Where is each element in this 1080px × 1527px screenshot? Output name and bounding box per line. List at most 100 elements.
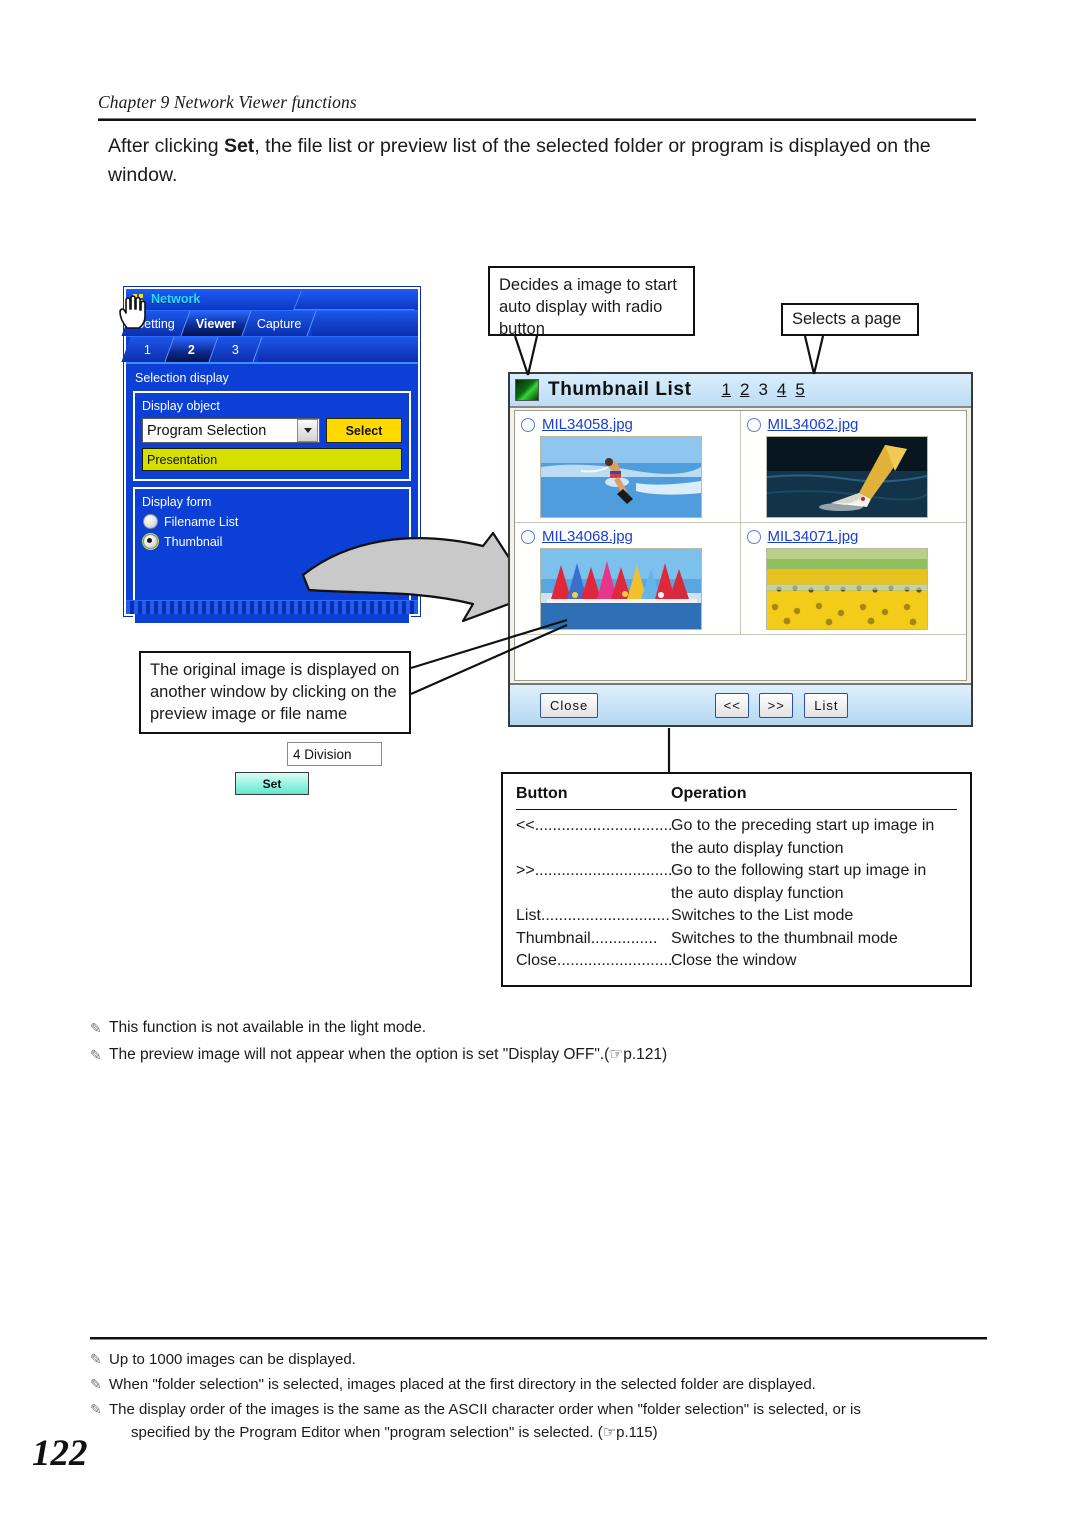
app-logo-icon [515, 379, 539, 401]
intro-paragraph: After clicking Set, the file list or pre… [108, 132, 988, 190]
hand-cursor-icon [119, 295, 146, 329]
note-item: ✎ The preview image will not appear when… [90, 1043, 990, 1067]
chapter-header: Chapter 9 Network Viewer functions [98, 92, 976, 121]
table-cell-button: List.............................. [516, 907, 671, 924]
table-header-row: Button Operation [516, 785, 957, 810]
thumbnail-grid-area: MIL34058.jpg MIL34062.jpg MIL34068.jpg M… [514, 410, 967, 681]
callout-radio-button: Decides a image to start auto display wi… [488, 266, 695, 338]
thumbnail-preview-image[interactable] [765, 548, 928, 630]
note-text: When "folder selection" is selected, ima… [109, 1376, 816, 1393]
intro-text-before: After clicking [108, 135, 224, 157]
radio-icon-select-image[interactable] [746, 529, 761, 544]
thumbnail-filename-link[interactable]: MIL34068.jpg [542, 528, 633, 545]
thumbnail-window-header: Thumbnail List 1 2 3 4 5 [510, 374, 971, 408]
table-cell-operation: Switches to the thumbnail mode [671, 929, 898, 947]
page-tab-3-label: 3 [231, 342, 239, 357]
thumbnail-filename-link[interactable]: MIL34058.jpg [542, 416, 633, 433]
tab-viewer-label: Viewer [195, 316, 236, 331]
page-link-2[interactable]: 2 [740, 380, 749, 400]
display-form-label: Display form [142, 495, 212, 509]
thumbnail-item[interactable]: MIL34058.jpg [515, 411, 741, 523]
display-object-combo[interactable]: Program Selection [142, 418, 320, 443]
chapter-header-text: Chapter 9 Network Viewer functions [98, 92, 357, 112]
thumbnail-item[interactable]: MIL34062.jpg [740, 411, 966, 523]
radio-icon-select-image[interactable] [746, 417, 761, 432]
page-current-3[interactable]: 3 [758, 380, 767, 400]
tab-viewer[interactable]: Viewer [181, 311, 252, 336]
thumbnail-preview-image[interactable] [540, 436, 702, 518]
page-link-5[interactable]: 5 [795, 380, 804, 400]
titlebar-curve-decoration [293, 291, 422, 310]
table-cell-operation-cont: the auto display function [671, 839, 844, 857]
note-item: ✎ Up to 1000 images can be displayed. [90, 1348, 1010, 1371]
table-cell-button: Close.......................... [516, 952, 671, 969]
thumbnail-filename-link[interactable]: MIL34062.jpg [768, 416, 859, 433]
page-tab-row: 1 2 3 [121, 337, 418, 364]
callout-leader-lines [410, 335, 825, 772]
radio-thumbnail-label: Thumbnail [164, 534, 223, 549]
select-button[interactable]: Select [326, 418, 402, 443]
thumbnail-item-header: MIL34058.jpg [521, 416, 734, 433]
table-row-continuation: x the auto display function [516, 838, 957, 861]
table-cell-operation-cont: the auto display function [671, 884, 844, 902]
pencil-bullet-icon: ✎ [90, 1351, 102, 1367]
table-cell-operation: Go to the preceding start up image in [671, 817, 935, 834]
thumbnail-filename-link[interactable]: MIL34071.jpg [768, 528, 859, 545]
table-cell-operation: Switches to the List mode [671, 907, 854, 924]
chevron-down-icon[interactable] [297, 419, 318, 442]
radio-filename-list[interactable]: Filename List [143, 514, 402, 529]
display-object-row: Program Selection Select [142, 418, 402, 443]
program-value-field[interactable]: Presentation [142, 448, 402, 471]
radio-icon-filename-list[interactable] [143, 514, 158, 529]
dialog-title: Network [151, 292, 201, 306]
prev-button[interactable]: << [715, 692, 750, 718]
tab-capture[interactable]: Capture [242, 311, 318, 336]
thumbnail-item[interactable]: MIL34071.jpg [740, 523, 966, 635]
close-button[interactable]: Close [540, 692, 599, 718]
note-text: The display order of the images is the s… [109, 1401, 861, 1418]
dialog-titlebar: Network [126, 289, 422, 311]
table-row: Thumbnail............... Switches to the… [516, 928, 957, 951]
selection-display-label: Selection display [135, 371, 229, 385]
thumbnail-item[interactable]: MIL34068.jpg [515, 523, 741, 635]
page-link-4[interactable]: 4 [777, 380, 786, 400]
division-field[interactable]: 4 Division [287, 742, 382, 766]
table-row: Close.......................... Close th… [516, 950, 957, 973]
list-button[interactable]: List [804, 692, 849, 718]
header-rule [98, 118, 976, 121]
button-operation-table: Button Operation <<.....................… [501, 772, 972, 987]
thumbnail-item-header: MIL34068.jpg [521, 528, 734, 545]
page-selector: 1 2 3 4 5 [722, 380, 805, 400]
note-item: ✎ When "folder selection" is selected, i… [90, 1373, 1010, 1396]
intro-bold-set: Set [223, 135, 255, 157]
table-row: >>............................... Go to … [516, 860, 957, 883]
main-tab-row: Setting Viewer Capture [121, 311, 418, 337]
note-item: ✎ This function is not available in the … [90, 1016, 990, 1040]
table-row: List.............................. Switc… [516, 905, 957, 928]
note-item: ✎ The display order of the images is the… [90, 1398, 1010, 1444]
display-object-panel: Display object Program Selection Select … [133, 391, 411, 481]
radio-icon-thumbnail[interactable] [143, 534, 158, 549]
radio-icon-select-image[interactable] [521, 417, 535, 432]
notes-bottom: ✎ Up to 1000 images can be displayed. ✎ … [90, 1348, 1010, 1446]
thumbnail-window-title: Thumbnail List [548, 379, 692, 400]
pencil-bullet-icon: ✎ [90, 1047, 102, 1063]
radio-filename-list-label: Filename List [164, 514, 239, 529]
page-number: 122 [32, 1433, 88, 1474]
footer-rule [90, 1337, 987, 1340]
page-tab-3[interactable]: 3 [209, 337, 263, 362]
pencil-bullet-icon: ✎ [90, 1376, 102, 1392]
table-cell-button: >>............................... [516, 862, 671, 879]
next-button[interactable]: >> [759, 692, 794, 718]
page-link-1[interactable]: 1 [722, 380, 731, 400]
callout-selects-page: Selects a page [781, 303, 919, 336]
table-body: <<............................... Go to … [516, 810, 957, 973]
thumbnail-preview-image[interactable] [765, 436, 928, 518]
thumbnail-preview-image[interactable] [540, 548, 702, 630]
display-object-value: Program Selection [147, 422, 267, 439]
note-text-indent: specified by the Program Editor when "pr… [131, 1424, 658, 1441]
set-button[interactable]: Set [235, 772, 309, 795]
radio-icon-select-image[interactable] [521, 529, 535, 544]
table-header-button: Button [516, 785, 568, 802]
pencil-bullet-icon: ✎ [90, 1401, 102, 1417]
